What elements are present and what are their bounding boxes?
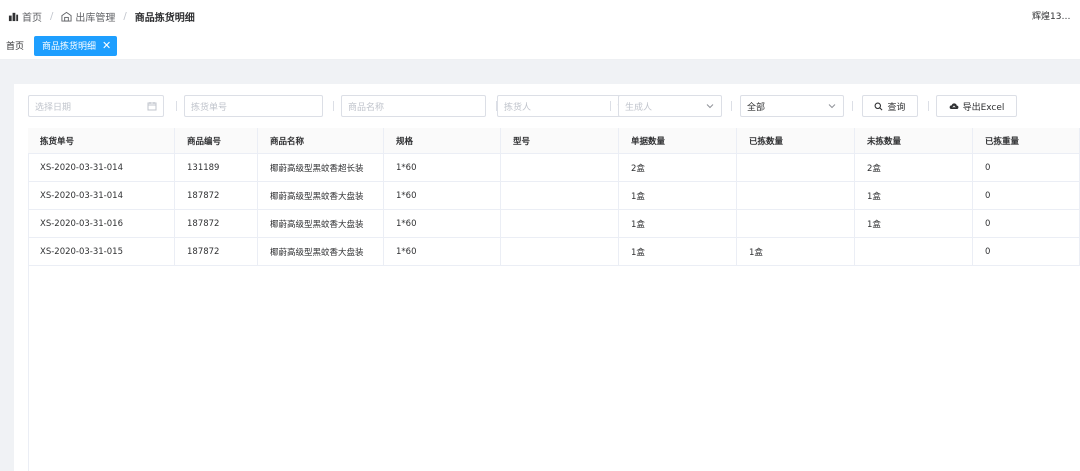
close-icon[interactable]: ✕ bbox=[102, 40, 111, 51]
picker-select[interactable]: 拣货人 bbox=[497, 95, 633, 117]
table-cell: 1盒 bbox=[619, 210, 737, 237]
breadcrumb-home[interactable]: 首页 bbox=[8, 9, 42, 24]
search-icon bbox=[875, 102, 883, 110]
table-cell: 2盒 bbox=[855, 154, 973, 181]
table-cell: 1盒 bbox=[619, 238, 737, 265]
column-header: 规格 bbox=[384, 128, 501, 153]
table-row[interactable]: XS-2020-03-31-014 131189 椰蔚高级型黑蚊香超长装 1*60 2盒… bbox=[28, 154, 1080, 182]
divider bbox=[610, 101, 611, 111]
breadcrumb-home-label: 首页 bbox=[22, 12, 42, 24]
table-cell: XS-2020-03-31-014 bbox=[28, 182, 175, 209]
warehouse-icon bbox=[61, 11, 72, 22]
table-cell: 1*60 bbox=[384, 210, 501, 237]
table-cell: XS-2020-03-31-014 bbox=[28, 154, 175, 181]
table-cell: 187872 bbox=[175, 238, 258, 265]
table-cell bbox=[501, 182, 619, 209]
breadcrumb-current-label: 商品拣货明细 bbox=[134, 12, 195, 24]
tab-product-picking-detail[interactable]: 商品拣货明细 ✕ bbox=[34, 35, 118, 56]
table-cell: 椰蔚高级型黑蚊香大盘装 bbox=[258, 182, 384, 209]
table-cell: 2盒 bbox=[619, 154, 737, 181]
table-cell: 1*60 bbox=[384, 182, 501, 209]
breadcrumb-separator: / bbox=[50, 10, 54, 22]
divider bbox=[333, 101, 334, 111]
table-cell bbox=[737, 154, 855, 181]
column-header: 已拣数量 bbox=[737, 128, 855, 153]
query-button[interactable]: 查询 bbox=[862, 95, 918, 117]
table-cell bbox=[501, 210, 619, 237]
export-label: 导出Excel bbox=[962, 102, 1005, 113]
user-name[interactable]: 辉煌132... bbox=[1032, 9, 1072, 22]
table-cell: 椰蔚高级型黑蚊香大盘装 bbox=[258, 210, 384, 237]
table-cell: 187872 bbox=[175, 210, 258, 237]
table-cell: 1盒 bbox=[855, 210, 973, 237]
export-excel-button[interactable]: 导出Excel bbox=[936, 95, 1017, 117]
picking-detail-table: 拣货单号 商品编号 商品名称 规格 型号 单据数量 已拣数量 未拣数量 已拣重量 XS-2020… bbox=[28, 128, 1080, 266]
product-name-placeholder: 商品名称 bbox=[348, 102, 385, 113]
table-cell: XS-2020-03-31-015 bbox=[28, 238, 175, 265]
top-bar: 首页 / 出库管理 / 商品拣货明细 辉煌132... bbox=[0, 0, 1080, 32]
home-icon bbox=[8, 12, 19, 21]
table-cell bbox=[501, 238, 619, 265]
pick-no-placeholder: 拣货单号 bbox=[191, 102, 228, 113]
query-label: 查询 bbox=[887, 102, 906, 113]
table-cell: 131189 bbox=[175, 154, 258, 181]
breadcrumb-separator: / bbox=[123, 10, 127, 22]
column-header: 单据数量 bbox=[619, 128, 737, 153]
column-header: 型号 bbox=[501, 128, 619, 153]
table-cell bbox=[737, 210, 855, 237]
chevron-down-icon bbox=[828, 104, 836, 109]
divider bbox=[852, 101, 853, 111]
table-header: 拣货单号 商品编号 商品名称 规格 型号 单据数量 已拣数量 未拣数量 已拣重量 bbox=[28, 128, 1080, 154]
column-header: 已拣重量 bbox=[973, 128, 1080, 153]
tab-home[interactable]: 首页 bbox=[6, 39, 24, 52]
divider bbox=[731, 101, 732, 111]
table-cell bbox=[737, 182, 855, 209]
table-cell: 187872 bbox=[175, 182, 258, 209]
breadcrumb-section-label: 出库管理 bbox=[75, 12, 116, 24]
status-select[interactable]: 全部 bbox=[740, 95, 844, 117]
column-header: 拣货单号 bbox=[28, 128, 175, 153]
divider bbox=[176, 101, 177, 111]
table-cell: 椰蔚高级型黑蚊香超长装 bbox=[258, 154, 384, 181]
tab-label: 商品拣货明细 bbox=[42, 42, 97, 52]
table-row[interactable]: XS-2020-03-31-016 187872 椰蔚高级型黑蚊香大盘装 1*60 1盒… bbox=[28, 210, 1080, 238]
date-picker[interactable]: 选择日期 bbox=[28, 95, 164, 117]
table-cell: 1*60 bbox=[384, 154, 501, 181]
status-value: 全部 bbox=[747, 102, 766, 113]
table-cell: XS-2020-03-31-016 bbox=[28, 210, 175, 237]
table-body: XS-2020-03-31-014 131189 椰蔚高级型黑蚊香超长装 1*60 2盒… bbox=[28, 154, 1080, 266]
column-header: 商品名称 bbox=[258, 128, 384, 153]
table-row[interactable]: XS-2020-03-31-014 187872 椰蔚高级型黑蚊香大盘装 1*60 1盒… bbox=[28, 182, 1080, 210]
table-cell bbox=[501, 154, 619, 181]
breadcrumb-current: 商品拣货明细 bbox=[135, 9, 195, 24]
table-row[interactable]: XS-2020-03-31-015 187872 椰蔚高级型黑蚊香大盘装 1*60 1盒… bbox=[28, 238, 1080, 266]
breadcrumb-section[interactable]: 出库管理 bbox=[61, 9, 115, 24]
table-cell: 椰蔚高级型黑蚊香大盘装 bbox=[258, 238, 384, 265]
table-cell: 1盒 bbox=[737, 238, 855, 265]
table-cell: 0 bbox=[973, 238, 1080, 265]
table-cell: 0 bbox=[973, 182, 1080, 209]
table-cell bbox=[855, 238, 973, 265]
date-placeholder: 选择日期 bbox=[35, 102, 72, 113]
pick-no-input[interactable]: 拣货单号 bbox=[184, 95, 323, 117]
table-cell: 0 bbox=[973, 210, 1080, 237]
picker-placeholder: 拣货人 bbox=[504, 102, 532, 113]
cloud-upload-icon bbox=[949, 102, 959, 109]
divider bbox=[928, 101, 929, 111]
tabs-bar: 首页 商品拣货明细 ✕ bbox=[0, 32, 1080, 60]
table-cell: 0 bbox=[973, 154, 1080, 181]
column-header: 商品编号 bbox=[175, 128, 258, 153]
table-cell: 1盒 bbox=[855, 182, 973, 209]
creator-placeholder: 生成人 bbox=[625, 102, 653, 113]
creator-select[interactable]: 生成人 bbox=[618, 95, 722, 117]
column-header: 未拣数量 bbox=[855, 128, 973, 153]
table-cell: 1*60 bbox=[384, 238, 501, 265]
product-name-input[interactable]: 商品名称 bbox=[341, 95, 486, 117]
table-cell: 1盒 bbox=[619, 182, 737, 209]
chevron-down-icon bbox=[706, 104, 714, 109]
calendar-icon bbox=[147, 102, 157, 111]
